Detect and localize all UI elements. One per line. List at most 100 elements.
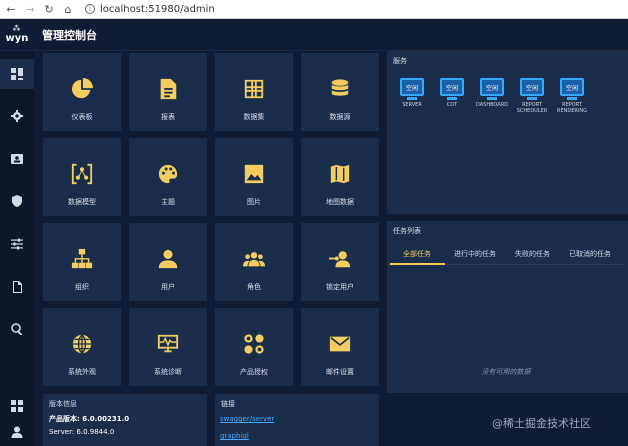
monitor-icon: 空闲	[480, 78, 504, 96]
user-icon	[11, 426, 23, 438]
sidebar-item-settings[interactable]	[0, 101, 34, 131]
shield-icon	[12, 195, 22, 207]
table-grid-icon	[244, 79, 264, 99]
monitor-icon: 空闲	[400, 78, 424, 96]
tile-organization[interactable]: 组织	[43, 223, 121, 301]
sidebar-item-security[interactable]	[0, 186, 34, 216]
version-panel: 版本信息 产品版本: 6.0.00231.0 Server: 6.0.9844.…	[43, 394, 207, 446]
monitor-icon: 空闲	[560, 78, 584, 96]
reload-icon[interactable]: ↻	[44, 0, 54, 19]
tile-label: 数据集	[243, 113, 265, 121]
tile-label: 组织	[75, 283, 89, 291]
sidebar-item-profile[interactable]	[0, 144, 34, 174]
sidebar-item-dashboard[interactable]	[0, 59, 34, 89]
id-card-icon	[11, 154, 23, 164]
tab-failed-tasks[interactable]: 失败的任务	[515, 249, 550, 259]
tile-label: 主题	[161, 198, 175, 206]
back-icon[interactable]: ←	[6, 0, 16, 19]
tile-label: 报表	[161, 113, 175, 121]
active-tab-indicator	[390, 263, 445, 265]
forward-icon[interactable]: →	[25, 0, 35, 19]
url-text[interactable]: localhost:51980/admin	[100, 4, 215, 15]
browser-toolbar: ← → ↻ ⌂ i localhost:51980/admin	[0, 0, 628, 19]
tile-label: 锁定用户	[326, 283, 354, 291]
tile-label: 邮件设置	[326, 368, 354, 376]
services-title: 服务	[393, 57, 407, 65]
tile-label: 系统外观	[68, 368, 96, 376]
logo-text: wyn	[5, 33, 29, 44]
tile-map-data[interactable]: 地图数据	[301, 138, 379, 216]
app-header: ⁂ wyn 管理控制台	[0, 19, 628, 51]
watermark-text: @稀土掘金技术社区	[492, 417, 591, 430]
sidebar-item-account[interactable]	[0, 417, 34, 446]
task-list-panel: 任务列表 全部任务 进行中的任务 失败的任务 已取消的任务 没有可用的数据	[387, 221, 628, 393]
map-icon	[330, 164, 350, 184]
tile-dashboard[interactable]: 仪表板	[43, 53, 121, 131]
tile-label: 图片	[247, 198, 261, 206]
product-version: 产品版本: 6.0.00231.0	[49, 415, 130, 423]
tile-mail-settings[interactable]: 邮件设置	[301, 308, 379, 386]
database-icon	[331, 79, 349, 96]
tile-role[interactable]: 角色	[215, 223, 293, 301]
tile-locked-users[interactable]: 锁定用户	[301, 223, 379, 301]
server-version: Server: 6.0.9844.0	[49, 428, 115, 436]
pie-chart-icon	[71, 78, 93, 99]
sidebar	[0, 51, 34, 446]
link-swagger[interactable]: swagger/server	[220, 415, 274, 423]
tab-running-tasks[interactable]: 进行中的任务	[454, 249, 496, 259]
tile-label: 仪表板	[71, 113, 93, 121]
link-graphiql[interactable]: graphiql	[220, 432, 249, 440]
palette-icon	[158, 164, 178, 184]
image-icon	[244, 164, 264, 184]
task-list-title: 任务列表	[393, 227, 421, 235]
logo-mark-icon: ⁂	[12, 24, 22, 33]
tile-label: 数据源	[329, 113, 351, 121]
apps-grid-icon	[11, 400, 23, 412]
tab-cancelled-tasks[interactable]: 已取消的任务	[569, 249, 611, 259]
tile-user[interactable]: 用户	[129, 223, 207, 301]
locked-user-icon	[329, 251, 351, 268]
links-panel: 链接 swagger/server graphiql	[215, 394, 379, 446]
user-icon	[158, 249, 178, 269]
tab-all-tasks[interactable]: 全部任务	[403, 249, 431, 259]
tile-report[interactable]: 报表	[129, 53, 207, 131]
service-label: DASHBOARD	[475, 102, 509, 108]
gear-icon	[11, 110, 23, 122]
tile-theme[interactable]: 主题	[129, 138, 207, 216]
service-report-scheduler[interactable]: 空闲 REPORT SCHEDULER	[515, 78, 549, 114]
tile-appearance[interactable]: 系统外观	[43, 308, 121, 386]
document-icon	[13, 281, 22, 293]
tile-data-model[interactable]: 数据模型	[43, 138, 121, 216]
services-panel: 服务 空闲 SERVER 空闲 COT 空闲 DASHBOARD 空闲 REPO…	[387, 51, 628, 214]
tile-image[interactable]: 图片	[215, 138, 293, 216]
report-file-icon	[160, 78, 177, 100]
tile-label: 系统诊断	[154, 368, 182, 376]
data-model-icon	[71, 163, 93, 185]
sidebar-item-search[interactable]	[0, 314, 34, 344]
service-label: SERVER	[402, 102, 422, 108]
home-icon[interactable]: ⌂	[63, 0, 73, 19]
mail-icon	[329, 336, 351, 352]
tile-dataset[interactable]: 数据集	[215, 53, 293, 131]
tile-diagnostics[interactable]: 系统诊断	[129, 308, 207, 386]
tile-label: 地图数据	[326, 198, 354, 206]
service-server[interactable]: 空闲 SERVER	[395, 78, 429, 108]
tile-label: 用户	[161, 283, 175, 291]
tile-license[interactable]: 产品授权	[215, 308, 293, 386]
service-label: REPORT SCHEDULER	[516, 102, 548, 114]
tile-datasource[interactable]: 数据源	[301, 53, 379, 131]
task-tabs: 全部任务 进行中的任务 失败的任务 已取消的任务	[387, 245, 625, 265]
sidebar-item-documents[interactable]	[0, 272, 34, 302]
logo[interactable]: ⁂ wyn	[0, 19, 34, 51]
service-cot[interactable]: 空闲 COT	[435, 78, 469, 108]
service-report-rendering[interactable]: 空闲 REPORT RENDERING	[555, 78, 589, 114]
service-dashboard[interactable]: 空闲 DASHBOARD	[475, 78, 509, 108]
org-chart-icon	[71, 248, 93, 269]
sidebar-item-config[interactable]	[0, 229, 34, 259]
tile-label: 角色	[247, 283, 261, 291]
info-icon[interactable]: i	[85, 4, 95, 14]
page-title: 管理控制台	[42, 28, 97, 42]
address-bar[interactable]: i localhost:51980/admin	[85, 4, 215, 15]
monitor-pulse-icon	[157, 334, 179, 353]
empty-state-text: 没有可用的数据	[481, 368, 531, 376]
